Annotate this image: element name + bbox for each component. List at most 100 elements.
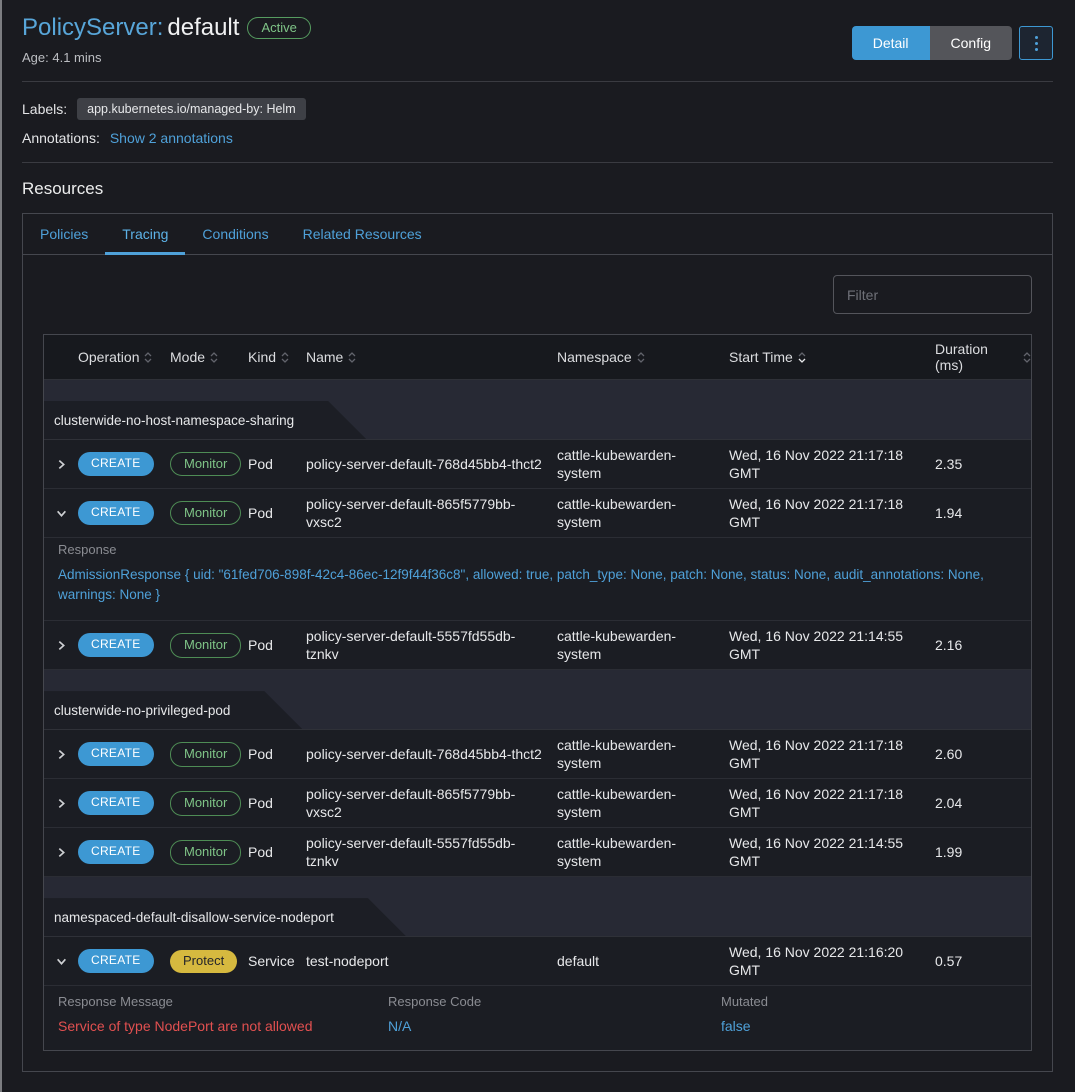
start-time-cell: Wed, 16 Nov 2022 21:17:18 GMT: [729, 736, 935, 772]
policy-group-label: namespaced-default-disallow-service-node…: [44, 898, 406, 936]
start-time-cell: Wed, 16 Nov 2022 21:17:18 GMT: [729, 785, 935, 821]
name-cell: policy-server-default-768d45bb4-thct2: [306, 455, 557, 473]
start-time-cell: Wed, 16 Nov 2022 21:14:55 GMT: [729, 834, 935, 870]
name-cell: test-nodeport: [306, 952, 557, 970]
sort-icon: [210, 352, 218, 363]
table-header-row: OperationMode KindNameNamespace Start Time…: [44, 335, 1031, 380]
tab-bar: PoliciesTracingConditionsRelated Resourc…: [23, 214, 1052, 255]
duration-cell: 2.60: [935, 745, 1031, 763]
row-expand-toggle[interactable]: [44, 784, 78, 822]
operation-badge: CREATE: [78, 949, 154, 973]
detail-field-value: N/A: [388, 1018, 721, 1034]
namespace-cell: default: [557, 952, 729, 970]
column-header-duration-ms[interactable]: Duration (ms): [935, 341, 1031, 373]
start-time-cell: Wed, 16 Nov 2022 21:16:20 GMT: [729, 943, 935, 979]
operation-cell: CREATE: [78, 742, 170, 766]
annotations-label: Annotations:: [22, 130, 100, 146]
resource-name-label: default: [167, 14, 239, 42]
row-expand-toggle[interactable]: [44, 833, 78, 871]
detail-field-label: Mutated: [721, 994, 1015, 1009]
mode-cell: Monitor: [170, 633, 248, 658]
policyserver-detail-page: PolicyServer: default Active Age: 4.1 mi…: [0, 0, 1075, 1092]
row-expand-toggle[interactable]: [44, 626, 78, 664]
label-chip: app.kubernetes.io/managed-by: Helm: [77, 98, 305, 120]
duration-cell: 1.99: [935, 843, 1031, 861]
show-annotations-link[interactable]: Show 2 annotations: [110, 130, 233, 146]
start-time-cell: Wed, 16 Nov 2022 21:17:18 GMT: [729, 495, 935, 531]
duration-cell: 1.94: [935, 504, 1031, 522]
status-badge: Active: [247, 17, 310, 39]
detail-field-response-code: Response Code N/A: [388, 994, 721, 1034]
column-header-namespace[interactable]: Namespace: [557, 349, 729, 365]
actions-menu-button[interactable]: [1019, 26, 1053, 60]
sort-icon: [637, 352, 645, 363]
column-header-kind[interactable]: Kind: [248, 349, 306, 365]
config-button[interactable]: Config: [930, 26, 1012, 60]
operation-badge: CREATE: [78, 840, 154, 864]
operation-cell: CREATE: [78, 452, 170, 476]
duration-cell: 2.04: [935, 794, 1031, 812]
operation-badge: CREATE: [78, 633, 154, 657]
column-header-operation[interactable]: Operation: [78, 349, 170, 365]
detail-field-value: false: [721, 1018, 1015, 1034]
sort-icon: [281, 352, 289, 363]
detail-field-label: Response Code: [388, 994, 721, 1009]
age-text: Age: 4.1 mins: [22, 50, 311, 65]
table-body: clusterwide-no-host-namespace-sharing CRE…: [44, 380, 1031, 1050]
operation-cell: CREATE: [78, 840, 170, 864]
row-expand-toggle[interactable]: [44, 735, 78, 773]
column-header-name[interactable]: Name: [306, 349, 557, 365]
name-cell: policy-server-default-5557fd55db-tznkv: [306, 834, 557, 870]
filter-row: [43, 275, 1032, 314]
tab-tracing[interactable]: Tracing: [105, 214, 185, 254]
namespace-cell: cattle-kubewarden-system: [557, 446, 729, 482]
table-row: CREATE Monitor Podpolicy-server-default-55…: [44, 828, 1031, 877]
mode-cell: Monitor: [170, 501, 248, 526]
row-expand-toggle[interactable]: [44, 494, 78, 532]
tab-conditions[interactable]: Conditions: [185, 214, 285, 254]
mode-cell: Monitor: [170, 452, 248, 477]
kind-cell: Pod: [248, 636, 306, 654]
masthead-titles: PolicyServer: default Active Age: 4.1 mi…: [22, 14, 311, 65]
column-label: Mode: [170, 349, 205, 365]
filter-input[interactable]: [833, 275, 1032, 314]
column-label: Duration (ms): [935, 341, 1018, 373]
detail-field-mutated: Mutated false: [721, 994, 1015, 1034]
namespace-cell: cattle-kubewarden-system: [557, 834, 729, 870]
mode-badge: Monitor: [170, 501, 241, 526]
row-expand-toggle[interactable]: [44, 445, 78, 483]
column-label: Namespace: [557, 349, 632, 365]
resource-type-label: PolicyServer:: [22, 14, 163, 42]
response-label: Response: [58, 542, 1015, 557]
detail-field-label: Response Message: [58, 994, 388, 1009]
column-header-mode[interactable]: Mode: [170, 349, 248, 365]
sort-icon: [348, 352, 356, 363]
tracing-tab-content: OperationMode KindNameNamespace Start Time…: [23, 255, 1052, 1071]
row-expand-toggle[interactable]: [44, 942, 78, 980]
policy-group-label: clusterwide-no-host-namespace-sharing: [44, 401, 366, 439]
table-row: CREATEMonitorPodpolicy-server-default-86…: [44, 779, 1031, 828]
mode-cell: Protect: [170, 950, 248, 973]
detail-field-value: Service of type NodePort are not allowed: [58, 1018, 388, 1034]
operation-cell: CREATE: [78, 633, 170, 657]
mode-cell: Monitor: [170, 742, 248, 767]
labels-label: Labels:: [22, 101, 67, 117]
tab-policies[interactable]: Policies: [23, 214, 105, 254]
column-label: Start Time: [729, 349, 793, 365]
kind-cell: Pod: [248, 843, 306, 861]
policy-group-namespaced-default-disallow-service-nodeport: namespaced-default-disallow-service-node…: [44, 877, 1031, 937]
operation-cell: CREATE: [78, 501, 170, 525]
mode-badge: Monitor: [170, 791, 241, 816]
tab-related-resources[interactable]: Related Resources: [286, 214, 439, 254]
resources-section-title: Resources: [22, 179, 1053, 199]
policy-group-clusterwide-no-privileged-pod: clusterwide-no-privileged-pod: [44, 670, 1031, 730]
table-row: CREATE MonitorPodpolicy-server-default-55…: [44, 621, 1031, 670]
column-header-start-time[interactable]: Start Time: [729, 349, 935, 365]
mode-badge: Monitor: [170, 840, 241, 865]
name-cell: policy-server-default-5557fd55db-tznkv: [306, 627, 557, 663]
operation-badge: CREATE: [78, 452, 154, 476]
page-title: PolicyServer: default Active: [22, 14, 311, 42]
kind-cell: Pod: [248, 455, 306, 473]
detail-button[interactable]: Detail: [852, 26, 930, 60]
sort-icon: [1023, 352, 1031, 363]
